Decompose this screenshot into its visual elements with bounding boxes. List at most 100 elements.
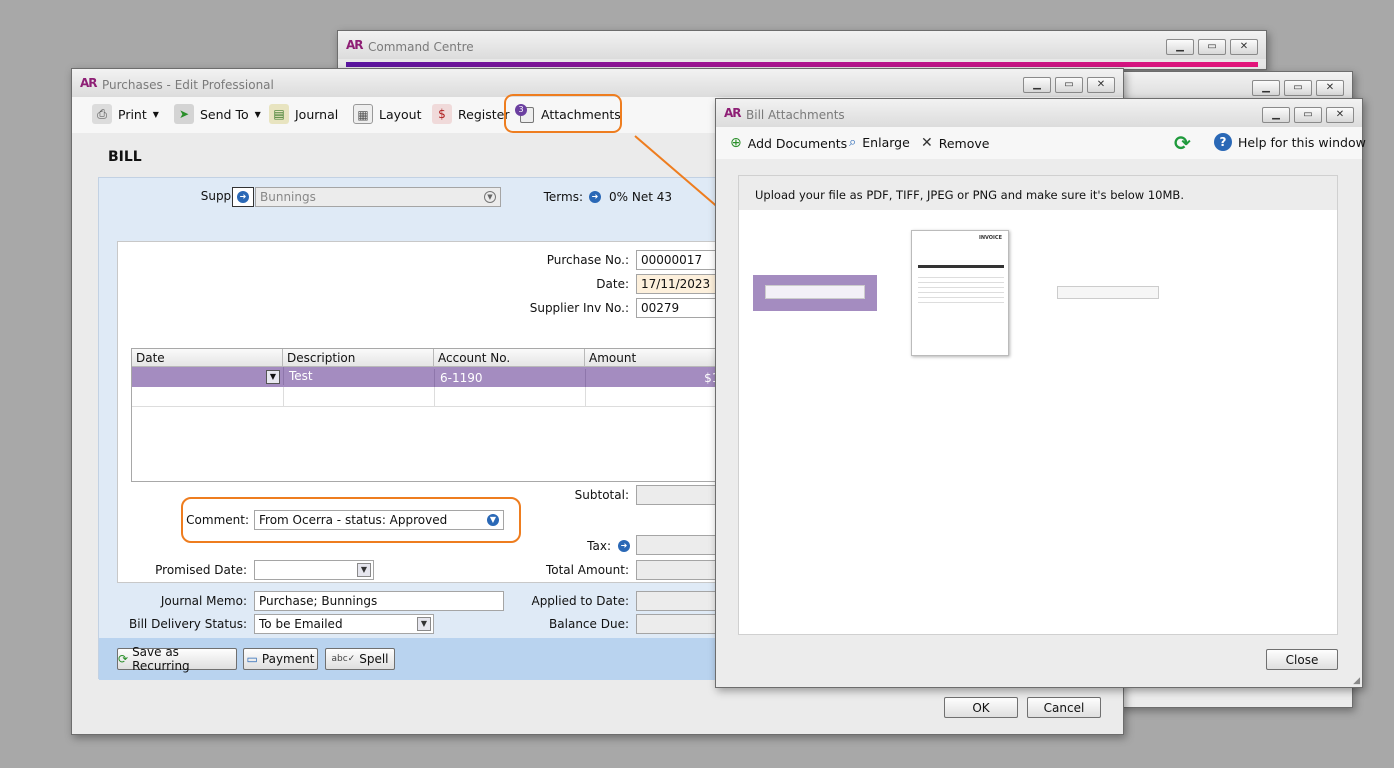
command-centre-gradient-bar bbox=[346, 62, 1258, 67]
grid-line bbox=[585, 387, 586, 407]
bill-delivery-status-field[interactable]: To be Emailed ▼ bbox=[254, 614, 434, 634]
supplier-link-icon[interactable]: ➜ bbox=[232, 187, 254, 207]
description-cell[interactable]: Test bbox=[283, 367, 434, 385]
bill-delivery-status-value: To be Emailed bbox=[259, 617, 343, 631]
purchases-titlebar[interactable]: AR Purchases - Edit Professional ▁ ▭ ✕ bbox=[72, 69, 1123, 97]
bill-attachments-title: Bill Attachments bbox=[746, 108, 845, 122]
close-icon[interactable]: ✕ bbox=[1316, 80, 1344, 96]
bill-form: Supplier: ➜ Bunnings ▼ Terms: ➜ 0% Net 4… bbox=[98, 177, 732, 680]
supplier-field[interactable]: Bunnings ▼ bbox=[255, 187, 501, 207]
magnifier-icon: ⌕ bbox=[849, 135, 857, 150]
tax-link-icon[interactable]: ➜ bbox=[618, 540, 630, 552]
register-label: Register bbox=[458, 106, 510, 122]
layout-icon: ▦ bbox=[353, 104, 373, 124]
save-as-recurring-button[interactable]: ⟳ Save as Recurring bbox=[117, 645, 237, 673]
journal-memo-field[interactable]: Purchase; Bunnings bbox=[254, 591, 504, 611]
column-header-amount[interactable]: Amount bbox=[585, 349, 732, 367]
remove-button[interactable]: ✕ Remove bbox=[921, 135, 989, 151]
minimize-button[interactable]: ▁ bbox=[1262, 107, 1290, 123]
restore-button[interactable]: ▭ bbox=[1198, 39, 1226, 55]
resize-grip-icon[interactable]: ◢ bbox=[1353, 676, 1360, 686]
grid-line bbox=[434, 387, 435, 407]
register-icon: $ bbox=[432, 104, 452, 124]
column-header-account[interactable]: Account No. bbox=[434, 349, 585, 367]
command-centre-window: AR Command Centre ▁ ▭ ✕ bbox=[337, 30, 1267, 70]
journal-memo-label: Journal Memo: bbox=[160, 594, 247, 608]
account-cell[interactable]: 6-1190 bbox=[434, 369, 585, 387]
add-documents-button[interactable]: ⊕ Add Documents bbox=[730, 135, 847, 151]
document-thumbnail-3[interactable] bbox=[1057, 286, 1159, 299]
bill-heading: BILL bbox=[108, 149, 142, 165]
app-logo: AR bbox=[346, 38, 364, 52]
calendar-dropdown-icon[interactable]: ▼ bbox=[357, 563, 371, 577]
enlarge-button[interactable]: ⌕ Enlarge bbox=[849, 135, 910, 150]
restore-button[interactable]: ▭ bbox=[1055, 77, 1083, 93]
purchase-no-label: Purchase No.: bbox=[546, 253, 629, 267]
close-icon[interactable]: ✕ bbox=[1087, 77, 1115, 93]
app-logo: AR bbox=[724, 106, 742, 120]
command-centre-title: Command Centre bbox=[368, 40, 474, 54]
table-row[interactable]: ▼ Test 6-1190 $15 bbox=[132, 367, 732, 387]
close-icon[interactable]: ✕ bbox=[1230, 39, 1258, 55]
column-header-description[interactable]: Description bbox=[283, 349, 434, 367]
help-button[interactable]: ? Help for this window bbox=[1214, 133, 1366, 151]
restore-button[interactable]: ▭ bbox=[1294, 107, 1322, 123]
save-as-recurring-label: Save as Recurring bbox=[132, 645, 190, 673]
register-button[interactable]: $ Register bbox=[432, 104, 509, 124]
layout-label: Layout bbox=[379, 106, 422, 122]
ok-button[interactable]: OK bbox=[944, 697, 1018, 718]
dropdown-arrow-icon: ▼ bbox=[152, 109, 159, 119]
tax-label: Tax: bbox=[587, 539, 611, 553]
date-label: Date: bbox=[596, 277, 629, 291]
remove-label: Remove bbox=[938, 135, 990, 151]
applied-to-date-label: Applied to Date: bbox=[531, 594, 629, 608]
print-button[interactable]: ⎙ Print ▼ bbox=[92, 104, 159, 124]
subtotal-label: Subtotal: bbox=[574, 488, 629, 502]
invoice-thumbnail-bar bbox=[918, 265, 1004, 268]
restore-button[interactable]: ▭ bbox=[1284, 80, 1312, 96]
background-window-titlebar: ▁ ▭ ✕ bbox=[1121, 72, 1352, 100]
attachments-toolbar: ⊕ Add Documents ⌕ Enlarge ✕ Remove ⟳ ? Help… bbox=[716, 127, 1366, 159]
journal-button[interactable]: ▤ Journal bbox=[269, 104, 338, 124]
invoice-thumbnail-title: INVOICE bbox=[978, 235, 1002, 241]
printer-icon: ⎙ bbox=[92, 104, 112, 124]
terms-link-icon[interactable]: ➜ bbox=[589, 191, 601, 203]
app-logo: AR bbox=[80, 76, 98, 90]
close-icon[interactable]: ✕ bbox=[1326, 107, 1354, 123]
close-button[interactable]: Close bbox=[1266, 649, 1338, 670]
comment-highlight bbox=[181, 497, 521, 543]
bill-attachments-titlebar[interactable]: AR Bill Attachments ▁ ▭ ✕ bbox=[716, 99, 1362, 127]
attachments-highlight bbox=[504, 94, 622, 133]
layout-button[interactable]: ▦ Layout bbox=[353, 104, 422, 124]
invoice-thumbnail-2[interactable]: INVOICE bbox=[911, 230, 1009, 356]
promised-date-field[interactable]: ▼ bbox=[254, 560, 374, 580]
send-to-label: Send To bbox=[200, 106, 249, 122]
balance-due-label: Balance Due: bbox=[549, 617, 629, 631]
date-cell-dropdown-icon[interactable]: ▼ bbox=[266, 370, 280, 384]
empty-row[interactable] bbox=[132, 387, 732, 407]
total-amount-label: Total Amount: bbox=[545, 563, 629, 577]
recurring-icon: ⟳ bbox=[118, 652, 129, 666]
grid-line bbox=[283, 387, 284, 407]
payment-icon: ▭ bbox=[246, 652, 258, 666]
enlarge-label: Enlarge bbox=[862, 135, 910, 150]
delivery-status-dropdown-icon[interactable]: ▼ bbox=[417, 617, 431, 631]
column-header-date[interactable]: Date bbox=[132, 349, 283, 367]
document-thumbnail-1[interactable] bbox=[753, 275, 877, 311]
refresh-icon[interactable]: ⟳ bbox=[1174, 131, 1191, 155]
spell-button[interactable]: abc✓ Spell bbox=[325, 648, 395, 670]
send-to-button[interactable]: ➤ Send To ▼ bbox=[174, 104, 261, 124]
minimize-button[interactable]: ▁ bbox=[1023, 77, 1051, 93]
payment-button[interactable]: ▭ Payment bbox=[243, 648, 318, 670]
thumbnail-1-preview bbox=[765, 285, 865, 299]
minimize-button[interactable]: ▁ bbox=[1252, 80, 1280, 96]
minimize-button[interactable]: ▁ bbox=[1166, 39, 1194, 55]
send-to-icon: ➤ bbox=[174, 104, 194, 124]
upload-hint: Upload your file as PDF, TIFF, JPEG or P… bbox=[739, 176, 1337, 210]
supplier-dropdown-icon[interactable]: ▼ bbox=[484, 191, 496, 203]
journal-icon: ▤ bbox=[269, 104, 289, 124]
command-centre-titlebar[interactable]: AR Command Centre ▁ ▭ ✕ bbox=[338, 31, 1266, 59]
cancel-button[interactable]: Cancel bbox=[1027, 697, 1101, 718]
amount-cell[interactable]: $15 bbox=[585, 369, 732, 387]
supplier-inv-label: Supplier Inv No.: bbox=[529, 301, 629, 315]
